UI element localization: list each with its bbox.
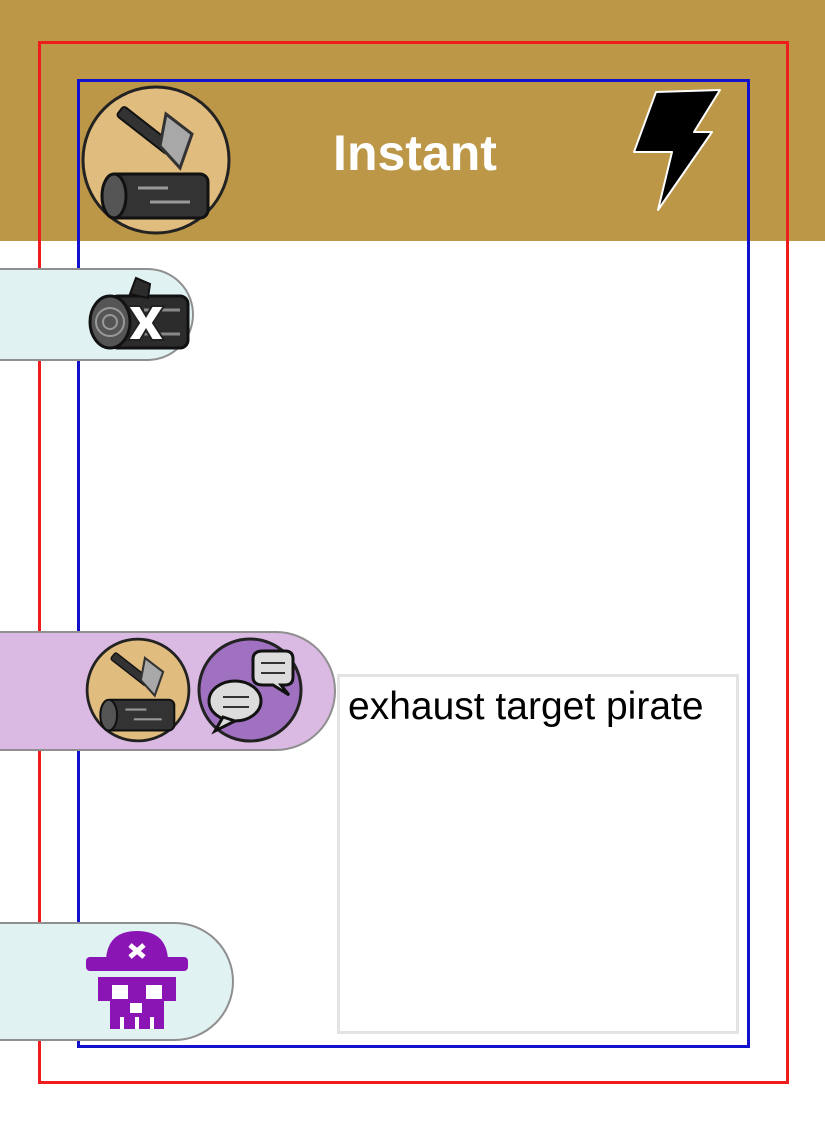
woodcutting-icon	[81, 85, 231, 235]
ability-text: exhaust target pirate	[348, 685, 704, 728]
card-title: Instant	[333, 125, 497, 181]
speech-bubbles-icon	[197, 637, 303, 743]
pirate-skull-icon	[86, 931, 188, 1029]
log-exhaust-icon	[88, 276, 190, 350]
woodcutting-icon	[85, 637, 191, 743]
lightning-bolt-icon	[633, 89, 721, 211]
ability-text-box: exhaust target pirate	[337, 674, 739, 1034]
